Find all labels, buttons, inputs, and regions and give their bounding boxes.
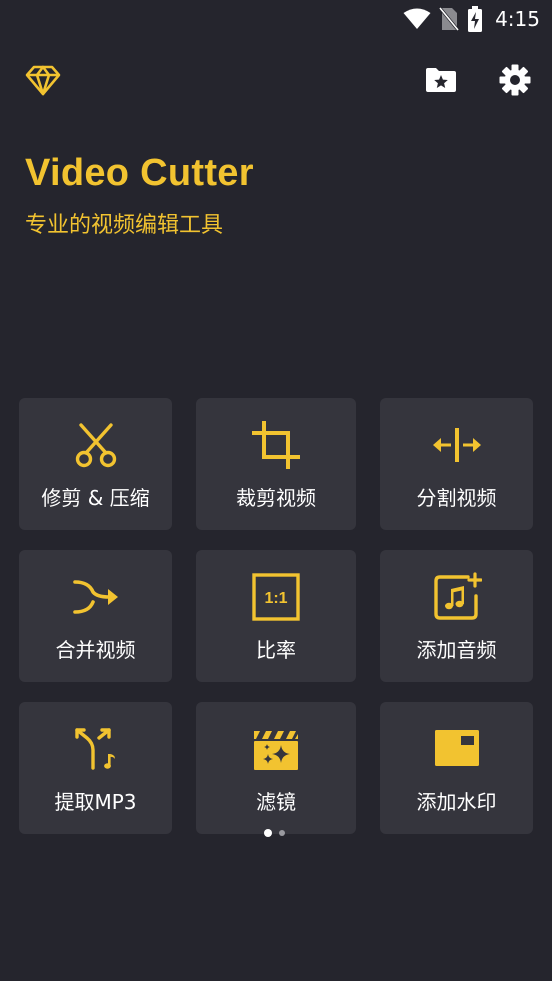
premium-button[interactable] — [23, 60, 63, 100]
tile-label: 添加音频 — [416, 638, 497, 662]
tile-extract-mp3[interactable]: 提取MP3 — [19, 702, 172, 834]
page-dot[interactable] — [279, 830, 285, 836]
split-icon — [432, 428, 481, 462]
tile-label: 添加水印 — [416, 790, 497, 814]
tile-label: 比率 — [256, 638, 296, 662]
status-icons: 4:15 — [403, 6, 540, 32]
status-bar: 4:15 — [0, 0, 552, 40]
ratio-icon-text: 1:1 — [264, 590, 287, 607]
filter-icon — [254, 731, 298, 770]
tile-label: 合并视频 — [55, 638, 136, 662]
tile-trim-compress[interactable]: 修剪 & 压缩 — [19, 398, 172, 530]
my-files-button[interactable] — [421, 60, 461, 100]
app-title: Video Cutter — [25, 152, 254, 194]
tile-ratio[interactable]: 1:1 比率 — [196, 550, 356, 682]
tile-filter[interactable]: 滤镜 — [196, 702, 356, 834]
status-time: 4:15 — [495, 7, 540, 31]
tile-label: 修剪 & 压缩 — [41, 486, 150, 510]
crop-icon — [252, 421, 300, 469]
battery-charging-icon — [468, 6, 483, 32]
scissors-icon — [75, 423, 116, 468]
settings-button[interactable] — [495, 60, 535, 100]
watermark-icon — [434, 730, 479, 766]
extract-mp3-icon — [74, 728, 115, 770]
tile-split-video[interactable]: 分割视频 — [380, 398, 533, 530]
tile-add-audio[interactable]: 添加音频 — [380, 550, 533, 682]
merge-icon — [72, 580, 118, 614]
ratio-icon: 1:1 — [252, 573, 300, 621]
no-sim-icon — [439, 7, 460, 31]
add-audio-icon — [433, 572, 482, 620]
tile-label: 分割视频 — [416, 486, 497, 510]
tile-crop-video[interactable]: 裁剪视频 — [196, 398, 356, 530]
page-indicator — [264, 829, 285, 837]
tile-add-watermark[interactable]: 添加水印 — [380, 702, 533, 834]
tile-label: 滤镜 — [256, 790, 296, 814]
tile-merge-video[interactable]: 合并视频 — [19, 550, 172, 682]
tile-label: 提取MP3 — [54, 790, 137, 814]
folder-star-icon — [426, 68, 456, 92]
gear-icon — [499, 64, 531, 96]
page-dot-active[interactable] — [264, 829, 272, 837]
diamond-icon — [25, 65, 61, 96]
tile-label: 裁剪视频 — [236, 486, 316, 510]
app-subtitle: 专业的视频编辑工具 — [25, 213, 224, 238]
wifi-icon — [403, 8, 431, 29]
